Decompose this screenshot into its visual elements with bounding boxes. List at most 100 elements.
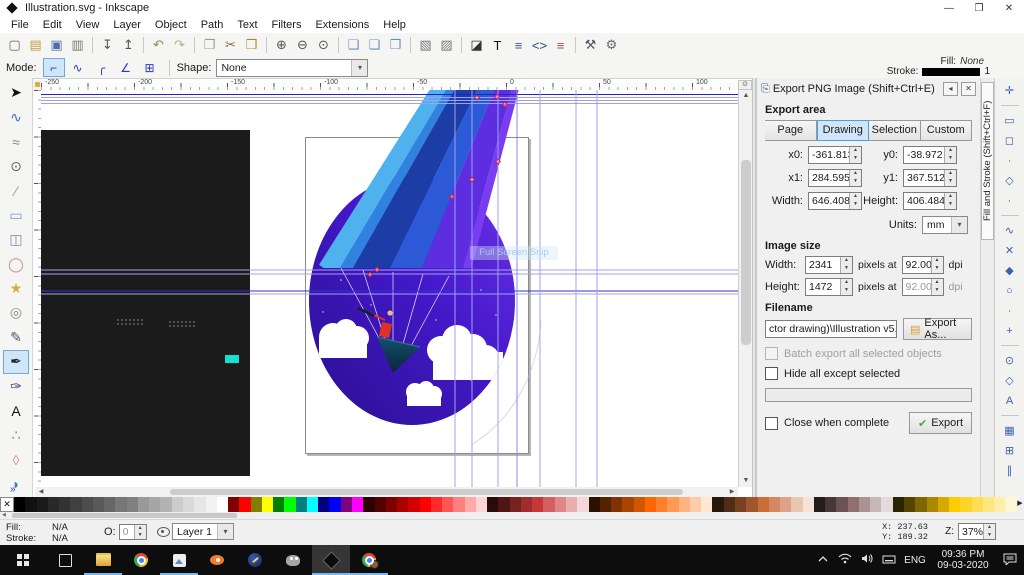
palette-scroll-right-icon[interactable]: ▶ [1016, 497, 1024, 512]
palette-swatch[interactable] [37, 497, 48, 512]
snap-enable-icon[interactable]: ✛ [1000, 82, 1020, 99]
palette-swatch[interactable] [960, 497, 971, 512]
palette-swatch[interactable] [555, 497, 566, 512]
palette-swatch[interactable] [262, 497, 273, 512]
menu-text[interactable]: Text [230, 18, 264, 32]
scroll-right-icon[interactable]: ▶ [726, 487, 738, 497]
close-icon[interactable]: ✕ [994, 3, 1024, 14]
canvas[interactable]: Full Screen Snip [41, 90, 738, 487]
palette-swatch[interactable] [543, 497, 554, 512]
palette-swatch[interactable] [127, 497, 138, 512]
tray-expand-icon[interactable] [812, 554, 834, 566]
palette-swatch[interactable] [183, 497, 194, 512]
filename-input[interactable]: ctor drawing)\Illustration v5.png [765, 320, 897, 338]
palette-swatch[interactable] [352, 497, 363, 512]
image-width-field[interactable]: 2341 ▲▼ [805, 256, 853, 274]
menu-view[interactable]: View [69, 18, 107, 32]
vertical-scroll-thumb[interactable] [741, 160, 751, 345]
palette-swatch[interactable] [453, 497, 464, 512]
palette-swatch[interactable] [994, 497, 1005, 512]
layers-dialog-icon[interactable]: ≡ [509, 36, 528, 55]
palette-swatch[interactable] [712, 497, 723, 512]
selector-tool-icon[interactable]: ➤ [3, 81, 29, 104]
align-dialog-icon[interactable]: ≡ [551, 36, 570, 55]
wifi-icon[interactable] [834, 553, 856, 567]
palette-swatch[interactable] [983, 497, 994, 512]
palette-swatch[interactable] [251, 497, 262, 512]
new-document-icon[interactable]: ▢ [5, 36, 24, 55]
palette-swatch[interactable] [82, 497, 93, 512]
spinner[interactable]: ▲▼ [840, 257, 852, 273]
fill-and-stroke-tab[interactable]: Fill and Stroke (Shift+Ctrl+F) [981, 82, 994, 240]
snap-path-intersections-icon[interactable]: ◆ [1000, 262, 1020, 279]
palette-swatch[interactable] [600, 497, 611, 512]
palette-swatch[interactable] [25, 497, 36, 512]
menu-help[interactable]: Help [376, 18, 413, 32]
snap-nodes-icon[interactable]: ∿ [1000, 222, 1020, 239]
gimp-icon[interactable] [274, 545, 312, 575]
palette-swatch[interactable] [138, 497, 149, 512]
snap-text-baseline-icon[interactable]: A [1000, 392, 1020, 409]
snap-grids-icon[interactable]: ⊞ [1000, 442, 1020, 459]
palette-swatch[interactable] [622, 497, 633, 512]
palette-swatch[interactable] [397, 497, 408, 512]
palette-swatch[interactable] [724, 497, 735, 512]
palette-swatch[interactable] [386, 497, 397, 512]
palette-swatch[interactable] [915, 497, 926, 512]
dpi-field[interactable]: 92.00 ▲▼ [902, 256, 944, 274]
palette-scrollbar[interactable]: ◀ [0, 512, 1024, 519]
palette-swatch[interactable] [284, 497, 295, 512]
group-icon[interactable]: ▧ [416, 36, 435, 55]
palette-swatch[interactable] [566, 497, 577, 512]
redo-icon[interactable]: ↷ [170, 36, 189, 55]
palette-swatch[interactable] [859, 497, 870, 512]
menu-file[interactable]: File [4, 18, 36, 32]
start-button[interactable] [0, 545, 46, 575]
spray-tool-icon[interactable]: ∴ [3, 424, 29, 447]
snap-bbox-edge-midpoints-icon[interactable]: ◇ [1000, 172, 1020, 189]
document-properties-icon[interactable]: ⚒ [581, 36, 600, 55]
text-tool-icon[interactable]: A [3, 399, 29, 422]
snap-smooth-nodes-icon[interactable]: ∙ [1000, 302, 1020, 319]
palette-swatch[interactable] [70, 497, 81, 512]
units-dropdown[interactable]: mm ▾ [922, 216, 968, 234]
spinner[interactable]: ▲▼ [849, 147, 861, 163]
node-tool-icon[interactable]: ∿ [3, 105, 29, 128]
palette-swatch[interactable] [273, 497, 284, 512]
palette-swatch[interactable] [149, 497, 160, 512]
spiral-tool-icon[interactable]: ◎ [3, 301, 29, 324]
palette-swatch[interactable] [758, 497, 769, 512]
tab-custom[interactable]: Custom [921, 120, 973, 141]
y1-field[interactable]: 367.512 ▲▼ [903, 169, 957, 187]
palette-swatch[interactable] [634, 497, 645, 512]
snap-bbox-icon[interactable]: ▭ [1000, 112, 1020, 129]
task-view-button[interactable] [46, 545, 84, 575]
palette-swatch[interactable] [431, 497, 442, 512]
paint-app-icon[interactable] [236, 545, 274, 575]
palette-swatch[interactable] [656, 497, 667, 512]
language-indicator[interactable]: ENG [900, 555, 930, 566]
palette-swatch[interactable] [836, 497, 847, 512]
palette-swatch[interactable] [217, 497, 228, 512]
tweak-tool-icon[interactable]: ≈ [3, 130, 29, 153]
text-dialog-icon[interactable]: T [488, 36, 507, 55]
zoom-field[interactable]: 37% ▲▼ [958, 523, 996, 540]
box3d-tool-icon[interactable]: ◫ [3, 228, 29, 251]
save-icon[interactable]: ▣ [47, 36, 66, 55]
palette-swatch[interactable] [465, 497, 476, 512]
palette-swatch[interactable] [307, 497, 318, 512]
palette-swatch[interactable] [667, 497, 678, 512]
area-width-field[interactable]: 646.408 ▲▼ [808, 192, 862, 210]
horizontal-scroll-thumb[interactable] [170, 489, 683, 495]
palette-swatch[interactable] [814, 497, 825, 512]
pencil-tool-icon[interactable]: ✎ [3, 326, 29, 349]
palette-swatch[interactable] [803, 497, 814, 512]
x0-field[interactable]: -361.813 ▲▼ [808, 146, 862, 164]
fill-stroke-dialog-icon[interactable]: ◪ [467, 36, 486, 55]
palette-scroll-left-icon[interactable]: ◀ [2, 512, 6, 519]
shape-dropdown[interactable]: None ▾ [216, 59, 368, 77]
tab-drawing[interactable]: Drawing [817, 120, 870, 141]
inkscape-taskbar-icon[interactable] [312, 545, 350, 575]
palette-swatch[interactable] [194, 497, 205, 512]
create-clone-icon[interactable]: ❑ [365, 36, 384, 55]
